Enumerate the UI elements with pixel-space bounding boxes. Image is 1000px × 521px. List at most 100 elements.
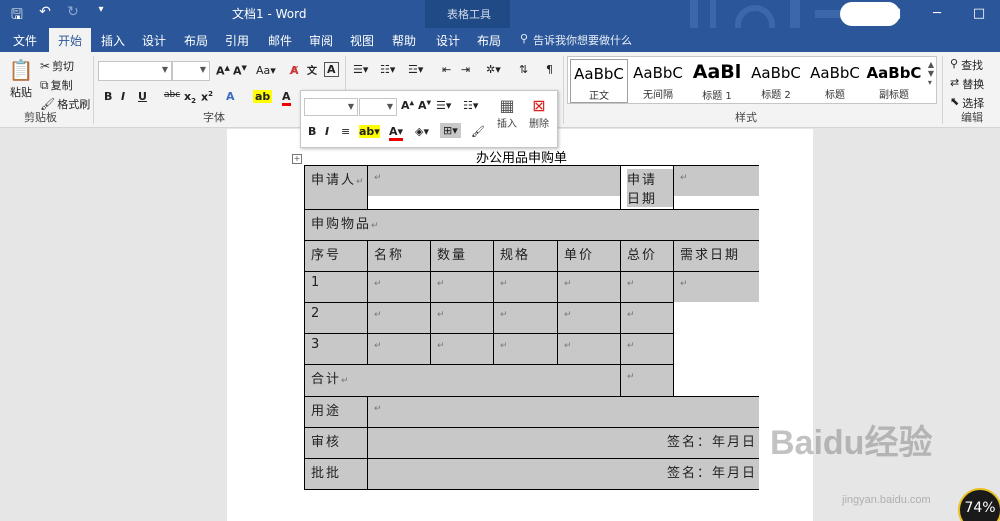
table-cell[interactable]: ↵	[620, 333, 674, 365]
strikethrough-icon[interactable]: abc	[164, 90, 180, 100]
table-cell[interactable]: ↵	[493, 333, 558, 365]
table-cell[interactable]: ↵	[620, 271, 674, 303]
tab-references[interactable]: 引用	[225, 32, 249, 49]
shrink-font-icon[interactable]: A▼	[233, 64, 247, 78]
tab-view[interactable]: 视图	[350, 32, 374, 49]
style-title[interactable]: AaBbC 标题	[806, 59, 864, 103]
tab-table-design[interactable]: 设计	[436, 32, 460, 49]
save-icon[interactable]: 🖫	[8, 4, 26, 28]
table-header-cell[interactable]: 规格	[493, 240, 558, 272]
find-button[interactable]: ⚲ 查找	[950, 57, 983, 73]
undo-icon[interactable]: ↶	[36, 4, 54, 28]
text-effects-icon[interactable]: A	[226, 90, 235, 103]
style-heading-1[interactable]: AaBl 标题 1	[688, 59, 746, 103]
table-cell[interactable]: 批批	[304, 458, 368, 490]
table-cell[interactable]: 3	[304, 333, 368, 365]
table-header-cell[interactable]: 数量	[430, 240, 494, 272]
table-cell[interactable]: ↵	[367, 333, 431, 365]
tab-insert[interactable]: 插入	[101, 32, 125, 49]
subscript-icon[interactable]: x2	[184, 90, 196, 105]
table-cell[interactable]: ↵	[430, 333, 494, 365]
demand-date-cell[interactable]: ↵	[673, 271, 760, 397]
superscript-icon[interactable]: x2	[201, 90, 213, 104]
insert-button[interactable]: ▦ 插入	[497, 96, 517, 130]
font-name-combo[interactable]: ▼	[98, 61, 172, 81]
mini-font-combo[interactable]: ▼	[304, 98, 358, 116]
table-cell[interactable]: 签名：年月日	[367, 458, 760, 490]
table-header-cell[interactable]: 总价	[620, 240, 674, 272]
table-cell[interactable]: ↵	[493, 271, 558, 303]
table-cell[interactable]: ↵	[367, 271, 431, 303]
table-cell[interactable]: ↵	[557, 271, 621, 303]
table-cell[interactable]: ↵	[493, 302, 558, 334]
tab-help[interactable]: 帮助	[392, 32, 416, 49]
asian-layout-icon[interactable]: ✲▾	[486, 63, 501, 76]
style-subtitle[interactable]: AaBbC 副标题	[865, 59, 923, 103]
borders-icon[interactable]: ⊞▾	[440, 123, 461, 138]
minimize-icon[interactable]: ─	[916, 0, 958, 28]
tab-design[interactable]: 设计	[142, 32, 166, 49]
table-cell[interactable]: ↵	[430, 302, 494, 334]
grow-font-icon[interactable]: A▲	[216, 64, 230, 78]
tab-table-layout[interactable]: 布局	[477, 32, 501, 49]
italic-icon[interactable]: I	[325, 125, 329, 138]
gallery-scroll-icon[interactable]: ▲ ▼ ▾	[928, 60, 934, 87]
paste-button[interactable]: 📋 粘贴	[8, 58, 34, 100]
highlight-icon[interactable]: ab▾	[359, 125, 380, 138]
style-normal[interactable]: AaBbC 正文	[570, 59, 628, 103]
table-cell[interactable]: 用途	[304, 396, 368, 428]
italic-icon[interactable]: I	[121, 90, 125, 103]
tab-home[interactable]: 开始	[49, 28, 92, 52]
table-header-cell[interactable]: 序号	[304, 240, 368, 272]
table-cell[interactable]: ↵	[620, 364, 674, 397]
table-cell[interactable]: 2	[304, 302, 368, 334]
table-cell[interactable]: ↵	[367, 302, 431, 334]
table-cell[interactable]: 审核	[304, 427, 368, 459]
table-cell[interactable]: ↵	[367, 165, 621, 210]
table-cell[interactable]: 合计↵	[304, 364, 621, 397]
font-size-combo[interactable]: ▼	[172, 61, 210, 81]
document-title[interactable]: 办公用品申购单	[476, 147, 567, 166]
font-color-icon[interactable]: A	[282, 90, 291, 106]
multilevel-list-icon[interactable]: ☲▾	[408, 63, 423, 76]
show-marks-icon[interactable]: ¶	[546, 63, 553, 76]
numbering-icon[interactable]: ☷▾	[463, 99, 478, 112]
delete-button[interactable]: ⊠ 删除	[529, 96, 549, 130]
shrink-font-icon[interactable]: A▼	[418, 99, 431, 112]
zoom-indicator[interactable]: 74%	[958, 488, 1000, 521]
table-header-cell[interactable]: 需求日期	[673, 240, 760, 272]
replace-button[interactable]: ⇄ 替换	[950, 76, 984, 92]
style-heading-2[interactable]: AaBbC 标题 2	[747, 59, 805, 103]
cut-button[interactable]: ✂ 剪切	[40, 58, 74, 74]
decrease-indent-icon[interactable]: ⇤	[442, 63, 451, 76]
character-border-icon[interactable]: A	[324, 62, 339, 77]
table-header-cell[interactable]: 单价	[557, 240, 621, 272]
table-cell[interactable]: 申购物品↵	[304, 209, 760, 241]
bullets-icon[interactable]: ☰▾	[436, 99, 451, 112]
style-no-spacing[interactable]: AaBbC 无间隔	[629, 59, 687, 103]
table-cell[interactable]: ↵	[673, 165, 760, 210]
underline-icon[interactable]: U	[138, 90, 147, 103]
table-cell[interactable]: 申请 日期	[620, 165, 674, 210]
redo-icon[interactable]: ↻	[64, 4, 82, 28]
clear-formatting-icon[interactable]: A̸	[290, 64, 299, 77]
table-cell[interactable]: ↵	[557, 333, 621, 365]
table-header-cell[interactable]: 名称	[367, 240, 431, 272]
table-cell[interactable]: 申请人↵	[304, 165, 368, 210]
change-case-button[interactable]: Aa▾	[256, 64, 276, 77]
restore-icon[interactable]: ▣	[874, 0, 916, 28]
copy-button[interactable]: ⧉ 复制	[40, 77, 73, 93]
align-center-icon[interactable]: ≡	[341, 125, 350, 138]
tell-me-box[interactable]: ⚲ 告诉我你想要做什么	[520, 32, 632, 48]
table-cell[interactable]: 1	[304, 271, 368, 303]
maximize-icon[interactable]: □	[958, 0, 1000, 28]
bold-icon[interactable]: B	[308, 125, 316, 138]
sort-icon[interactable]: ⇅	[519, 63, 528, 76]
tab-mailings[interactable]: 邮件	[268, 32, 292, 49]
font-color-icon[interactable]: A▾	[389, 125, 404, 141]
tab-layout[interactable]: 布局	[184, 32, 208, 49]
table-move-handle-icon[interactable]: +	[292, 154, 302, 164]
table-cell[interactable]: ↵	[620, 302, 674, 334]
tab-file[interactable]: 文件	[13, 32, 37, 49]
bullets-icon[interactable]: ☰▾	[353, 63, 368, 76]
